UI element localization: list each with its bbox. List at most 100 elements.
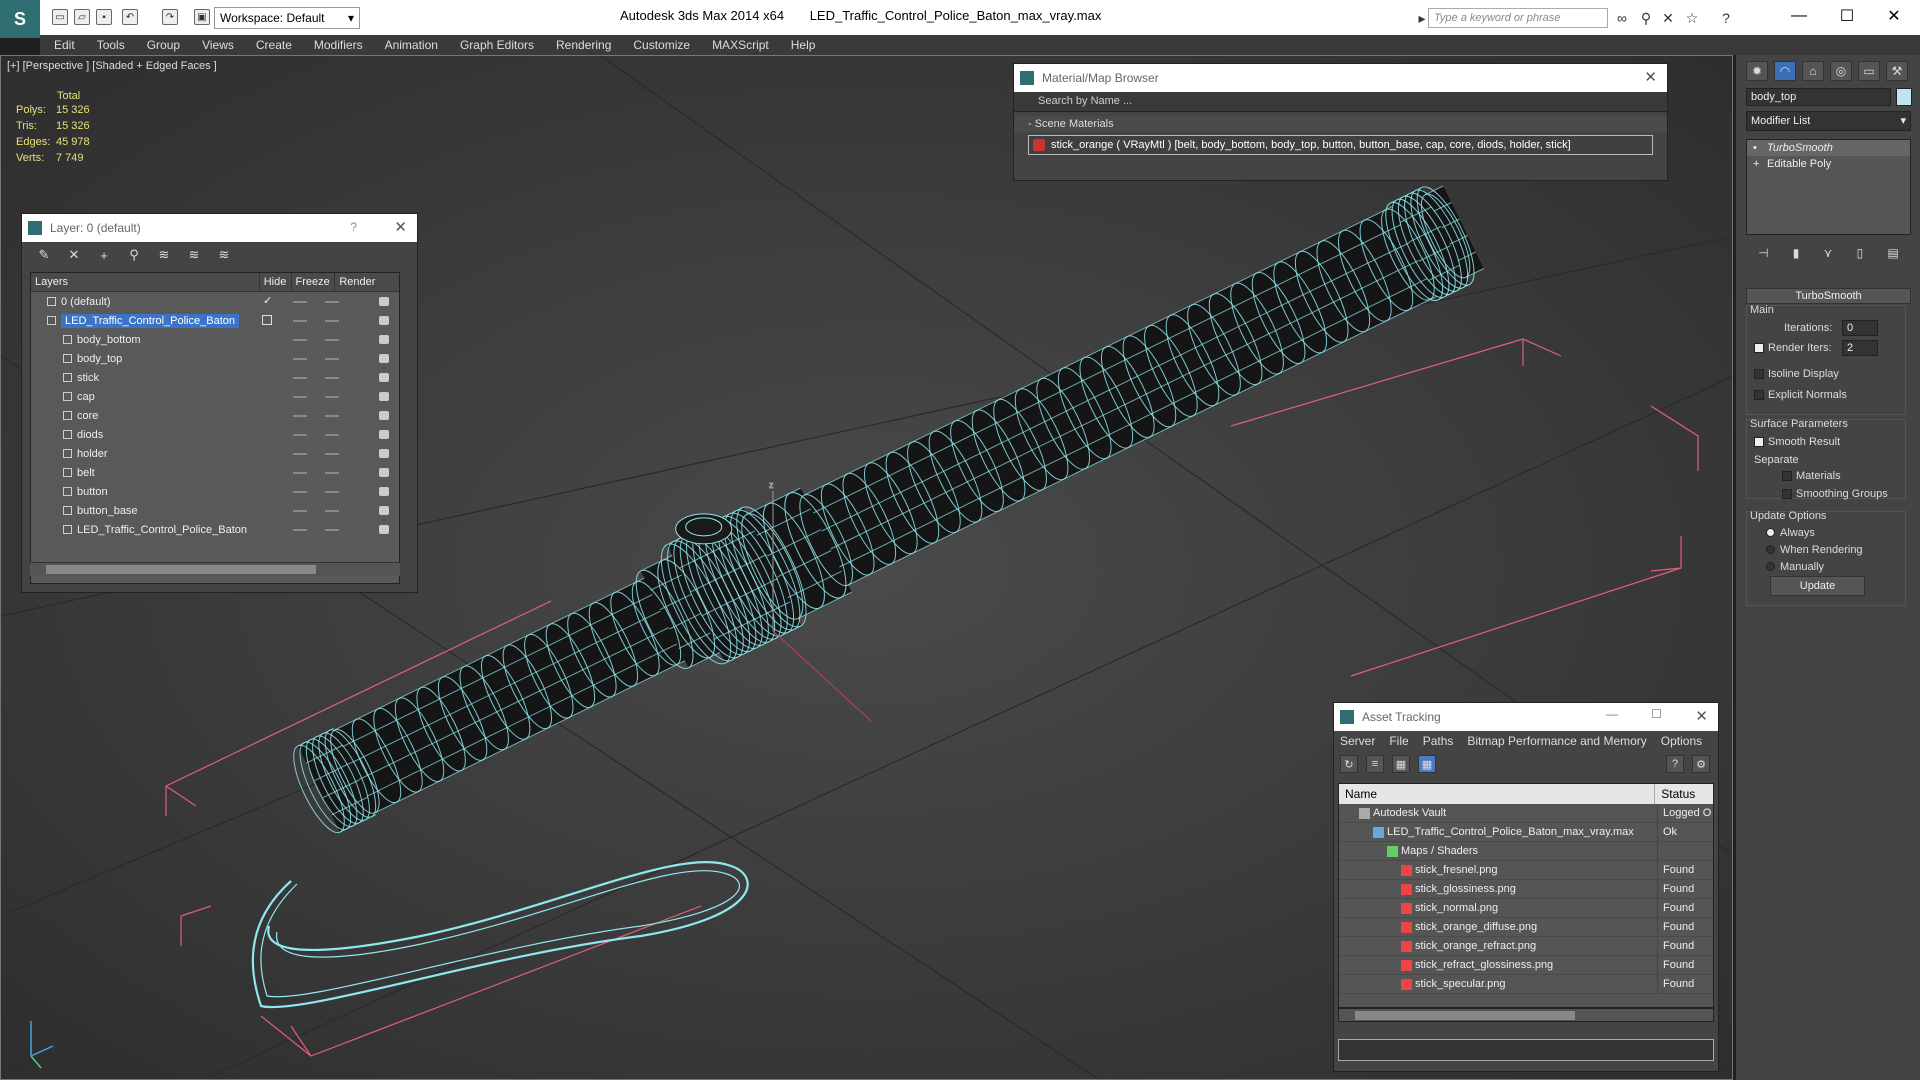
explicit-normals-checkbox[interactable]: [1754, 390, 1764, 400]
column-render[interactable]: Render: [335, 273, 399, 291]
layer-row[interactable]: body_top: [31, 349, 399, 368]
menu-tools[interactable]: Tools: [97, 38, 125, 52]
hide-all-icon[interactable]: ≋: [186, 247, 202, 263]
lightbulb-icon[interactable]: •: [1753, 142, 1757, 154]
menu-customize[interactable]: Customize: [633, 38, 690, 52]
freeze-toggle[interactable]: [325, 301, 339, 303]
remove-modifier-icon[interactable]: ▯: [1857, 246, 1864, 260]
render-teapot-icon[interactable]: [379, 468, 389, 477]
asset-menu-file[interactable]: File: [1389, 734, 1408, 748]
project-folder-icon[interactable]: ▣: [194, 9, 210, 25]
layer-row[interactable]: stick: [31, 368, 399, 387]
layer-row[interactable]: body_bottom: [31, 330, 399, 349]
horizontal-scrollbar[interactable]: [1338, 1008, 1714, 1022]
column-name[interactable]: Name: [1339, 784, 1656, 804]
close-icon[interactable]: ✕: [1644, 68, 1657, 86]
freeze-toggle[interactable]: [325, 320, 339, 322]
menu-rendering[interactable]: Rendering: [556, 38, 611, 52]
render-teapot-icon[interactable]: [379, 430, 389, 439]
asset-row[interactable]: stick_refract_glossiness.png Found: [1339, 956, 1713, 975]
help-icon[interactable]: ?: [350, 220, 357, 234]
display-tab-icon[interactable]: ▭: [1858, 61, 1880, 81]
hide-toggle[interactable]: [293, 320, 307, 322]
asset-menu-server[interactable]: Server: [1340, 734, 1375, 748]
freeze-toggle[interactable]: [325, 339, 339, 341]
pin-stack-icon[interactable]: ⊣: [1758, 246, 1768, 260]
close-icon[interactable]: ✕: [1695, 707, 1708, 725]
maximize-icon[interactable]: ☐: [1651, 707, 1662, 721]
app-logo-icon[interactable]: S: [0, 0, 40, 38]
freeze-toggle[interactable]: [325, 491, 339, 493]
freeze-toggle[interactable]: [325, 396, 339, 398]
utilities-tab-icon[interactable]: ⚒: [1886, 61, 1908, 81]
layer-row[interactable]: cap: [31, 387, 399, 406]
favorites-star-icon[interactable]: ☆: [1684, 10, 1700, 26]
menu-modifiers[interactable]: Modifiers: [314, 38, 363, 52]
hide-toggle[interactable]: [293, 491, 307, 493]
hide-toggle[interactable]: [293, 434, 307, 436]
stack-item-editable-poly[interactable]: + Editable Poly: [1747, 156, 1910, 172]
subscription-icon[interactable]: ⚲: [1638, 10, 1654, 26]
smoothing-groups-checkbox[interactable]: [1782, 489, 1792, 499]
hide-toggle[interactable]: [293, 301, 307, 303]
isoline-checkbox[interactable]: [1754, 369, 1764, 379]
communication-icon[interactable]: ✕: [1660, 10, 1676, 26]
column-hide[interactable]: Hide: [260, 273, 292, 291]
horizontal-scrollbar[interactable]: [30, 562, 400, 576]
expand-plus-icon[interactable]: +: [1753, 158, 1759, 170]
asset-menu-bitmap[interactable]: Bitmap Performance and Memory: [1467, 734, 1646, 748]
redo-icon[interactable]: ↷: [162, 9, 178, 25]
menu-create[interactable]: Create: [256, 38, 292, 52]
column-layers[interactable]: Layers: [31, 273, 260, 291]
asset-row[interactable]: Maps / Shaders: [1339, 842, 1713, 861]
list-view-icon[interactable]: ≡: [1366, 755, 1384, 773]
layer-row[interactable]: belt: [31, 463, 399, 482]
viewport-label[interactable]: [+] [Perspective ] [Shaded + Edged Faces…: [7, 60, 217, 72]
hide-toggle[interactable]: [293, 453, 307, 455]
configure-sets-icon[interactable]: ▤: [1888, 246, 1899, 260]
menu-views[interactable]: Views: [202, 38, 234, 52]
render-teapot-icon[interactable]: [379, 354, 389, 363]
help-icon[interactable]: ?: [1718, 10, 1734, 26]
column-status[interactable]: Status: [1655, 784, 1713, 804]
scroll-thumb[interactable]: [46, 565, 316, 574]
refresh-icon[interactable]: ↻: [1340, 755, 1358, 773]
undo-icon[interactable]: ↶: [122, 9, 138, 25]
asset-menu-paths[interactable]: Paths: [1423, 734, 1454, 748]
new-file-icon[interactable]: ▭: [52, 9, 68, 25]
render-teapot-icon[interactable]: [379, 373, 389, 382]
always-radio[interactable]: [1766, 528, 1775, 537]
asset-tracking-titlebar[interactable]: Asset Tracking — ☐ ✕: [1334, 703, 1718, 731]
hide-toggle[interactable]: [293, 472, 307, 474]
menu-maxscript[interactable]: MAXScript: [712, 38, 769, 52]
manually-radio[interactable]: [1766, 562, 1775, 571]
render-teapot-icon[interactable]: [379, 316, 389, 325]
hide-toggle[interactable]: [293, 510, 307, 512]
freeze-toggle[interactable]: [325, 472, 339, 474]
maximize-button[interactable]: ☐: [1825, 2, 1869, 30]
asset-row[interactable]: stick_fresnel.png Found: [1339, 861, 1713, 880]
freeze-toggle[interactable]: [325, 358, 339, 360]
asset-row[interactable]: LED_Traffic_Control_Police_Baton_max_vra…: [1339, 823, 1713, 842]
layer-row[interactable]: button: [31, 482, 399, 501]
search-input[interactable]: Type a keyword or phrase: [1428, 8, 1608, 28]
scroll-thumb[interactable]: [1355, 1011, 1575, 1020]
show-end-result-icon[interactable]: ▮: [1793, 246, 1800, 260]
settings-icon[interactable]: ⚙: [1692, 755, 1710, 773]
freeze-toggle[interactable]: [325, 415, 339, 417]
render-teapot-icon[interactable]: [379, 525, 389, 534]
materials-checkbox[interactable]: [1782, 471, 1792, 481]
layer-panel-titlebar[interactable]: Layer: 0 (default) ? ✕: [22, 214, 417, 242]
when-rendering-radio[interactable]: [1766, 545, 1775, 554]
layer-row[interactable]: LED_Traffic_Control_Police_Baton: [31, 520, 399, 539]
thumbnail-view-icon[interactable]: ▦: [1392, 755, 1410, 773]
hide-toggle[interactable]: [293, 396, 307, 398]
render-iters-checkbox[interactable]: [1754, 343, 1764, 353]
modify-tab-icon[interactable]: ◠: [1774, 61, 1796, 81]
freeze-toggle[interactable]: [325, 377, 339, 379]
baton-button[interactable]: [675, 513, 733, 545]
render-teapot-icon[interactable]: [379, 449, 389, 458]
layer-row[interactable]: button_base: [31, 501, 399, 520]
freeze-toggle[interactable]: [325, 510, 339, 512]
render-teapot-icon[interactable]: [379, 411, 389, 420]
